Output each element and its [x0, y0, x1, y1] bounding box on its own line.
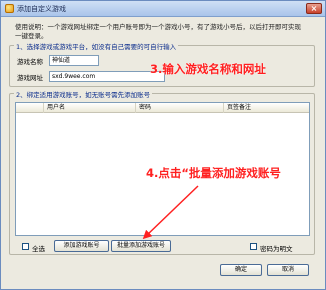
account-list-header: 用户名 密码 页签备注: [16, 103, 309, 113]
select-all-checkbox[interactable]: [22, 243, 29, 250]
game-url-input[interactable]: sxd.9wee.com: [49, 71, 165, 82]
show-password-checkbox[interactable]: [250, 243, 257, 250]
app-icon: [5, 4, 14, 13]
game-name-label: 游戏名称: [17, 58, 43, 66]
annotation-step3: 3.输入游戏名称和网址: [150, 62, 266, 76]
cancel-button[interactable]: 取消: [267, 264, 309, 276]
select-all-label: 全选: [32, 245, 45, 253]
batch-add-account-button[interactable]: 批量添加游戏账号: [111, 240, 171, 252]
window-title: 添加自定义游戏: [17, 5, 66, 13]
column-spacer: [16, 103, 44, 113]
usage-description: 使用说明：一个游戏网址绑定一个用户账号即为一个游戏小号，有了游戏小号后，以后打开…: [15, 23, 301, 40]
annotation-step4: 4.点击“批量添加游戏账号: [146, 166, 281, 180]
column-tab-note[interactable]: 页签备注: [224, 103, 309, 113]
show-password-label: 密码为明文: [260, 245, 293, 253]
account-bind-group-title: 2、绑定适用游戏账号，如无账号需先添加账号: [14, 89, 153, 99]
column-username[interactable]: 用户名: [44, 103, 136, 113]
title-bar[interactable]: 添加自定义游戏 ×: [1, 1, 325, 17]
game-url-label: 游戏网址: [17, 74, 43, 82]
column-password[interactable]: 密码: [136, 103, 224, 113]
game-select-group-title: 1、选择游戏或游戏平台，如没有自己需要的可自行输入: [14, 41, 179, 51]
game-name-input[interactable]: 神仙道: [49, 55, 99, 66]
add-account-button[interactable]: 添加游戏账号: [54, 240, 109, 252]
dialog-window: 添加自定义游戏 × 使用说明：一个游戏网址绑定一个用户账号即为一个游戏小号，有了…: [0, 0, 326, 290]
ok-button[interactable]: 确定: [220, 264, 262, 276]
close-button[interactable]: ×: [306, 3, 322, 14]
